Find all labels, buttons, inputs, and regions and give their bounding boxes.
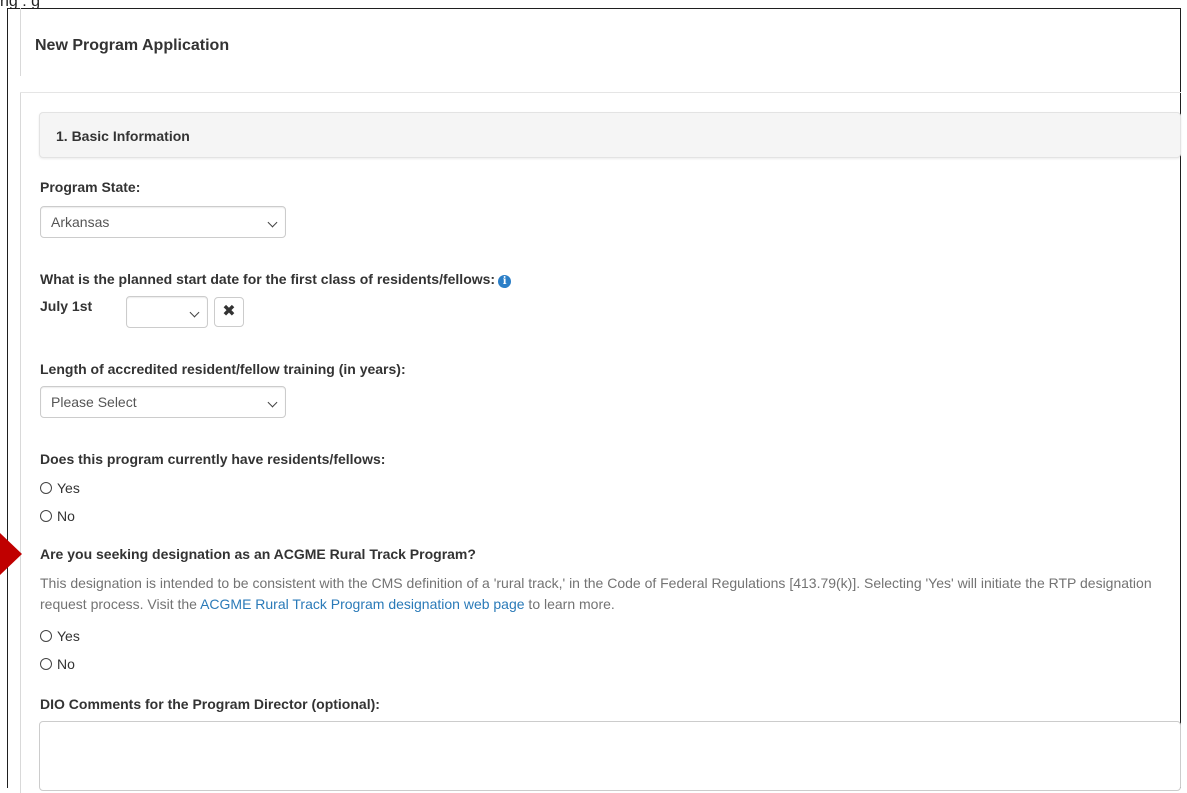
close-icon: ✖ [222, 303, 236, 320]
rural-track-no-option[interactable]: No [40, 655, 75, 673]
current-residents-yes-option[interactable]: Yes [40, 479, 80, 497]
modal-title: New Program Application [35, 37, 230, 54]
option-label: Yes [57, 628, 80, 644]
program-state-value: Arkansas [51, 214, 110, 230]
option-label: Yes [57, 480, 80, 496]
rural-track-label: Are you seeking designation as an ACGME … [40, 546, 476, 562]
current-residents-no-option[interactable]: No [40, 507, 75, 525]
content-divider [20, 93, 21, 793]
radio-button[interactable] [40, 510, 52, 522]
dio-comments-textarea[interactable] [39, 721, 1181, 791]
chevron-down-icon [189, 307, 200, 318]
training-length-label: Length of accredited resident/fellow tra… [40, 361, 406, 377]
section-panel-basic-information[interactable]: 1. Basic Information [39, 112, 1181, 158]
radio-button[interactable] [40, 482, 52, 494]
option-label: No [57, 508, 75, 524]
training-length-value: Please Select [51, 394, 137, 410]
help-text-part: to learn more. [524, 596, 615, 612]
chevron-down-icon [267, 217, 278, 228]
start-date-label-text: What is the planned start date for the f… [40, 271, 496, 287]
current-residents-label: Does this program currently have residen… [40, 451, 386, 467]
clear-start-date-button[interactable]: ✖ [214, 297, 244, 327]
chevron-down-icon [267, 397, 278, 408]
rural-track-yes-option[interactable]: Yes [40, 627, 80, 645]
dio-comments-label: DIO Comments for the Program Director (o… [40, 696, 380, 712]
section-title: 1. Basic Information [56, 128, 190, 144]
program-state-select[interactable]: Arkansas [40, 206, 286, 238]
info-icon[interactable]: i [498, 275, 512, 288]
start-date-prefix: July 1st [40, 298, 93, 314]
radio-button[interactable] [40, 630, 52, 642]
training-length-select[interactable]: Please Select [40, 386, 286, 418]
program-state-label: Program State: [40, 179, 141, 195]
radio-button[interactable] [40, 658, 52, 670]
start-date-year-select[interactable] [126, 296, 208, 328]
option-label: No [57, 656, 75, 672]
cropped-top-text: ng . g [0, 0, 41, 10]
annotation-arrow [0, 533, 22, 575]
rural-track-help-text: This designation is intended to be consi… [40, 573, 1170, 615]
start-date-label: What is the planned start date for the f… [40, 271, 512, 288]
modal-header: New Program Application [20, 8, 1181, 93]
rural-track-info-link[interactable]: ACGME Rural Track Program designation we… [200, 596, 524, 612]
